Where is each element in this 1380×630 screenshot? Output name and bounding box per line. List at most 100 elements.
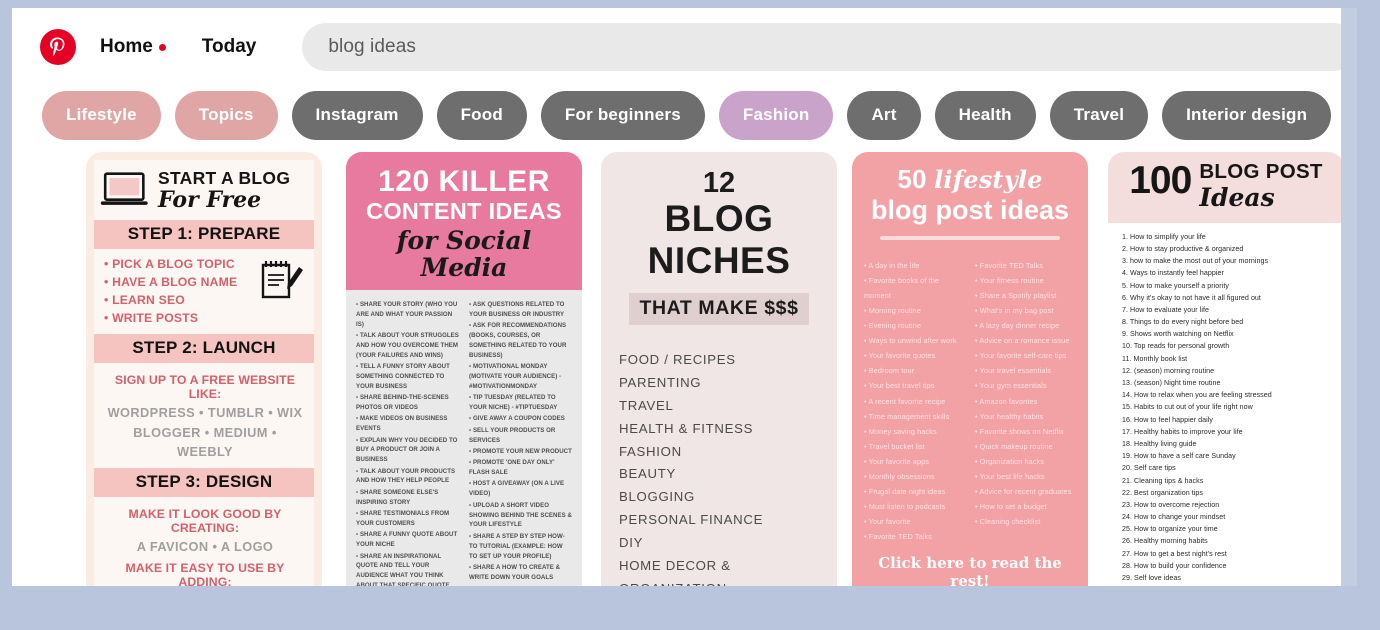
list-item: TIP TUESDAY (RELATED TO YOUR NICHE) - #T…: [469, 393, 572, 413]
chip-label: For beginners: [564, 105, 681, 124]
pin4-body: A day in the life Favorite books of the …: [852, 246, 1088, 549]
list-item: Favorite TED Talks: [975, 258, 1076, 273]
pin5-title-line2: Ideas: [1199, 182, 1275, 212]
list-item: Favorite shows on Netflix: [975, 424, 1076, 439]
top-header: Home Today blog ideas: [12, 8, 1357, 86]
pin4-left-column: A day in the life Favorite books of the …: [864, 258, 965, 545]
list-item: What's in my bag post: [975, 303, 1076, 318]
list-item: HEALTH & FITNESS: [619, 420, 754, 436]
pin-grid: START A BLOG For Free STEP 1: PREPARE PI…: [12, 144, 1357, 586]
list-item: 1. How to simplify your life: [1122, 232, 1206, 241]
pin2-title: 120 KILLER CONTENT IDEAS for Social Medi…: [346, 152, 582, 290]
list-item: 13. (season) Night time routine: [1122, 379, 1221, 387]
list-item: BLOGGING: [619, 489, 695, 505]
pin4-divider: [880, 235, 1060, 240]
pin2-body: SHARE YOUR STORY (WHO YOU ARE AND WHAT Y…: [346, 289, 582, 586]
list-item: 6. Why it's okay to not have it all figu…: [1122, 293, 1261, 302]
search-input[interactable]: blog ideas: [302, 23, 1357, 71]
pin-card-100-blog-post-ideas[interactable]: 100 BLOG POST Ideas 1. How to simplify y…: [1108, 152, 1344, 586]
list-item: 15. Habits to cut out of your life right…: [1122, 403, 1253, 412]
list-item: How to set a budget: [975, 499, 1076, 514]
list-item: Quick makeup routine: [975, 439, 1076, 454]
list-item: 14. How to relax when you are feeling st…: [1122, 391, 1272, 400]
pin2-title-line1: 120 KILLER: [378, 165, 550, 198]
nav-item-today[interactable]: Today: [202, 36, 257, 58]
list-item: TALK ABOUT YOUR PRODUCTS AND HOW THEY HE…: [356, 467, 459, 487]
list-item: Your best life hacks: [975, 469, 1076, 484]
pin5-title-line1: BLOG POST: [1199, 160, 1323, 183]
chip-instagram[interactable]: Instagram: [291, 90, 423, 140]
pin4-cta[interactable]: Click here to read the rest! bossbabechr…: [852, 548, 1088, 586]
pin-card-12-blog-niches[interactable]: 12 BLOG NICHES THAT MAKE $$$ FOOD / RECI…: [601, 152, 837, 586]
list-item: 9. Shows worth watching on Netflix: [1122, 330, 1234, 339]
filter-chips-row[interactable]: Lifestyle Topics Instagram Food For begi…: [12, 86, 1357, 144]
list-item: Your favorite: [864, 514, 965, 529]
nav-item-home[interactable]: Home: [100, 36, 166, 58]
list-item: Travel bucket list: [864, 439, 965, 454]
list-item: Amazon favorites: [975, 394, 1076, 409]
pin2-right-column: ASK QUESTIONS RELATED TO YOUR BUSINESS O…: [469, 300, 572, 586]
list-item: 17. Healthy habits to improve your life: [1122, 427, 1243, 436]
list-item: ASK FOR RECOMMENDATIONS (BOOKS, COURSES,…: [469, 321, 572, 360]
chip-art[interactable]: Art: [847, 90, 921, 140]
pin-image[interactable]: START A BLOG For Free STEP 1: PREPARE PI…: [86, 152, 322, 586]
nav-item-today-label: Today: [201, 36, 257, 57]
list-item: Advice for recent graduates: [975, 484, 1076, 499]
list-item: 3. how to make the most out of your morn…: [1122, 257, 1269, 266]
list-item: Must listen to podcasts: [864, 499, 965, 514]
pin-image[interactable]: 12 BLOG NICHES THAT MAKE $$$ FOOD / RECI…: [601, 152, 837, 586]
chip-topics[interactable]: Topics: [174, 90, 278, 140]
pin-image[interactable]: 120 KILLER CONTENT IDEAS for Social Medi…: [346, 152, 582, 586]
pin1-step3-sub2: MAKE IT EASY TO USE BY ADDING:: [125, 561, 285, 586]
list-item: Favorite TED Talks: [864, 529, 965, 544]
chip-interior-design[interactable]: Interior design: [1162, 90, 1332, 140]
pin4-title-script: lifestyle: [934, 165, 1043, 194]
chip-for-beginners[interactable]: For beginners: [540, 90, 705, 140]
list-item: 11. Monthly book list: [1122, 354, 1188, 363]
chip-travel[interactable]: Travel: [1049, 90, 1149, 140]
list-item: 4. Ways to instantly feel happier: [1122, 269, 1224, 278]
pin2-left-column: SHARE YOUR STORY (WHO YOU ARE AND WHAT Y…: [356, 300, 459, 586]
nav-item-home-label: Home: [100, 36, 153, 57]
list-item: Share a Spotify playlist: [975, 288, 1076, 303]
pin-card-start-a-blog[interactable]: START A BLOG For Free STEP 1: PREPARE PI…: [86, 152, 322, 586]
pin1-step2-sub: SIGN UP TO A FREE WEBSITE LIKE:: [114, 372, 296, 401]
chip-label: Travel: [1073, 105, 1125, 124]
list-item: Your favorite quotes: [864, 348, 965, 363]
list-item: UPLOAD A SHORT VIDEO SHOWING BEHIND THE …: [469, 501, 572, 531]
list-item: 5. How to make yourself a priority: [1122, 281, 1229, 290]
list-item: FASHION: [619, 443, 682, 459]
pin1-title: START A BLOG For Free: [94, 160, 314, 220]
list-item: 7. How to evaluate your life: [1122, 305, 1209, 314]
list-item: PROMOTE YOUR NEW PRODUCT: [469, 447, 572, 457]
pinterest-logo-icon[interactable]: [40, 29, 76, 65]
chip-lifestyle[interactable]: Lifestyle: [42, 90, 161, 140]
chip-health[interactable]: Health: [934, 90, 1036, 140]
chip-label: Food: [460, 105, 503, 124]
list-item: ASK QUESTIONS RELATED TO YOUR BUSINESS O…: [469, 300, 572, 320]
pin5-title: 100 BLOG POST Ideas: [1108, 152, 1344, 223]
pin-image[interactable]: 100 BLOG POST Ideas 1. How to simplify y…: [1108, 152, 1344, 586]
chip-food[interactable]: Food: [436, 90, 527, 140]
chip-label: Fashion: [742, 105, 810, 124]
search-input-value: blog ideas: [328, 36, 416, 57]
list-item: BEAUTY: [619, 466, 676, 482]
list-item: MOTIVATIONAL MONDAY (MOTIVATE YOUR AUDIE…: [469, 362, 572, 392]
list-item: 16. How to feel happier daily: [1122, 415, 1213, 424]
pin-card-120-killer-content-ideas[interactable]: 120 KILLER CONTENT IDEAS for Social Medi…: [346, 152, 582, 586]
pin-card-50-lifestyle-blog-post-ideas[interactable]: 50 lifestyle blog post ideas A day in th…: [852, 152, 1088, 586]
chip-fashion[interactable]: Fashion: [718, 90, 834, 140]
pin1-title-line1: START A BLOG: [158, 168, 291, 188]
pin-image[interactable]: 50 lifestyle blog post ideas A day in th…: [852, 152, 1088, 586]
laptop-icon: [100, 172, 148, 205]
list-item: WRITE POSTS: [104, 309, 306, 327]
pin4-title-line1: 50 lifestyle: [862, 164, 1078, 195]
list-item: Frugal date night ideas: [864, 484, 965, 499]
list-item: TRAVEL: [619, 397, 674, 413]
list-item: HOME DECOR & ORGANIZATION: [619, 557, 731, 586]
list-item: Money saving hacks: [864, 424, 965, 439]
list-item: Favorite books of the moment: [864, 273, 965, 303]
list-item: PERSONAL FINANCE: [619, 512, 764, 528]
pinterest-window: Home Today blog ideas Lifestyle Topics I…: [12, 8, 1357, 586]
list-item: TELL A FUNNY STORY ABOUT SOMETHING CONNE…: [356, 362, 459, 392]
